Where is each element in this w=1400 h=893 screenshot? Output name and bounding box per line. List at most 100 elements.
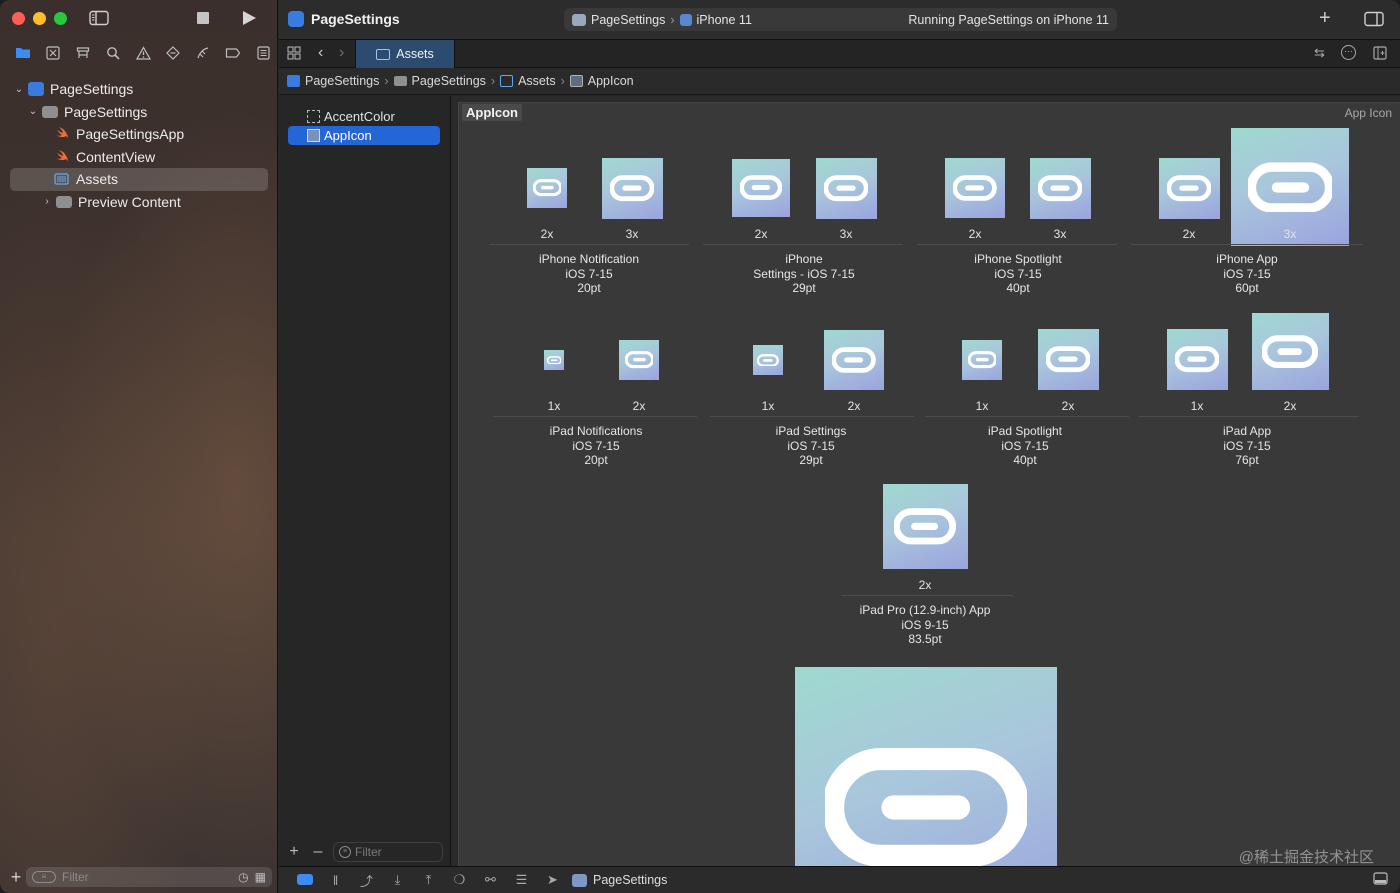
chevron-right-icon[interactable]: › <box>40 196 54 207</box>
source-control-navigator-icon[interactable] <box>38 45 68 63</box>
slot-scale-label: 2x <box>847 399 861 413</box>
app-icon-slot-image[interactable] <box>815 158 877 219</box>
tree-item-label: Assets <box>76 171 119 188</box>
swap-icon[interactable]: ⇆ <box>1314 45 1325 61</box>
minimize-window-button[interactable] <box>33 12 46 25</box>
app-icon-slot-image[interactable] <box>962 340 1002 380</box>
step-out-icon[interactable]: ⤒ <box>413 872 444 888</box>
pause-icon[interactable]: ‖ <box>320 873 351 888</box>
debug-target-label[interactable]: PageSettings <box>593 873 667 887</box>
breakpoint-navigator-icon[interactable] <box>218 47 248 62</box>
link-glyph-icon <box>1167 175 1211 202</box>
app-icon-slot-image[interactable] <box>1251 313 1329 390</box>
inspector-toggle-icon[interactable] <box>1364 11 1384 30</box>
project-title: PageSettings <box>311 11 400 27</box>
app-icon-slot-image[interactable] <box>824 330 884 390</box>
debug-navigator-icon[interactable] <box>188 46 218 63</box>
more-options-icon[interactable]: ⋯ <box>1341 45 1356 60</box>
find-navigator-icon[interactable] <box>98 46 128 63</box>
tree-item-assets[interactable]: Assets <box>10 168 268 191</box>
icon-group-label: iPad Pro (12.9-inch) App iOS 9-15 83.5pt <box>815 603 1035 647</box>
view-hierarchy-icon[interactable]: ❍ <box>444 872 475 888</box>
app-icon-slot-image[interactable] <box>753 345 783 375</box>
app-store-icon-preview[interactable] <box>795 667 1057 866</box>
zoom-window-button[interactable] <box>54 12 67 25</box>
link-glyph-icon <box>610 175 654 202</box>
issue-navigator-icon[interactable] <box>128 45 158 63</box>
asset-item-appicon[interactable]: AppIcon <box>288 126 440 145</box>
remove-asset-button[interactable]: – <box>309 843 327 861</box>
step-over-icon[interactable]: ⤴ <box>351 871 382 890</box>
symbol-navigator-icon[interactable] <box>68 46 98 63</box>
app-icon-slot-image[interactable] <box>882 484 968 569</box>
tab-assets[interactable]: Assets <box>355 40 455 68</box>
breadcrumb-item[interactable]: Assets <box>518 74 556 88</box>
app-icon-slot-image[interactable] <box>1158 158 1220 219</box>
chevron-down-icon[interactable]: ⌄ <box>12 84 26 95</box>
link-glyph-icon <box>624 351 654 369</box>
toggle-debug-area-icon[interactable] <box>289 873 320 888</box>
tree-item-contentview[interactable]: ContentView <box>10 146 268 169</box>
breadcrumb-item[interactable]: PageSettings <box>305 74 379 88</box>
app-icon-slot-image[interactable] <box>1037 329 1099 390</box>
link-glyph-icon <box>1175 346 1219 373</box>
project-navigator-icon[interactable] <box>8 46 38 62</box>
slot-scale-label: 3x <box>1053 227 1067 241</box>
app-icon-slot-image[interactable] <box>945 158 1005 218</box>
slot-scale-label: 2x <box>1061 399 1075 413</box>
run-icon[interactable] <box>239 10 259 26</box>
app-icon-slot-image[interactable] <box>601 158 663 219</box>
asset-item-accentcolor[interactable]: AccentColor <box>288 107 440 126</box>
stop-icon[interactable] <box>193 10 213 26</box>
app-icon-slot-image[interactable] <box>527 168 567 208</box>
step-in-icon[interactable]: ⤓ <box>382 872 413 888</box>
tree-item-group[interactable]: ⌄ PageSettings <box>10 101 268 124</box>
link-glyph-icon <box>757 353 779 367</box>
tree-item-project[interactable]: ⌄ PageSettings <box>10 78 268 101</box>
simulate-location-icon[interactable]: ➤ <box>537 872 568 888</box>
environment-overrides-icon[interactable]: ☰ <box>506 872 537 888</box>
breadcrumb-item[interactable]: PageSettings <box>412 74 486 88</box>
back-icon[interactable]: ‹ <box>318 44 323 62</box>
navigator-filter-field[interactable]: ≡ Filter ◷ ▦ <box>26 867 272 887</box>
show-changed-icon[interactable]: ▦ <box>255 870 266 884</box>
related-items-icon[interactable] <box>287 46 301 63</box>
breadcrumb-item[interactable]: AppIcon <box>588 74 634 88</box>
add-file-button[interactable]: + <box>6 867 26 888</box>
icon-group-label-line: iPhone <box>785 252 823 266</box>
memory-graph-icon[interactable]: ⚯ <box>475 872 506 888</box>
add-asset-button[interactable]: + <box>285 843 303 861</box>
toggle-console-icon[interactable] <box>1373 872 1388 888</box>
watermark: @稀土掘金技术社区 <box>1238 849 1374 866</box>
destination-selector[interactable]: iPhone 11 <box>697 13 752 27</box>
forward-icon[interactable]: › <box>339 44 344 62</box>
chevron-down-icon[interactable]: ⌄ <box>26 106 40 117</box>
sidebar-toggle-icon[interactable] <box>89 10 109 26</box>
icon-group-label-line: iPad Pro (12.9-inch) App <box>859 603 991 617</box>
close-window-button[interactable] <box>12 12 25 25</box>
slot-scale-label: 2x <box>1182 227 1196 241</box>
tab-label: Assets <box>396 47 434 61</box>
app-icon-slot-image[interactable] <box>1029 158 1091 219</box>
icon-group-label-line: 60pt <box>1235 281 1259 295</box>
tree-item-pagesettingsapp[interactable]: PageSettingsApp <box>10 123 268 146</box>
scheme-selector[interactable]: PageSettings <box>591 13 665 27</box>
asset-filter-field[interactable]: ≡ Filter <box>333 842 443 862</box>
asset-catalog-icon <box>500 75 514 87</box>
test-navigator-icon[interactable] <box>158 45 188 63</box>
recent-files-icon[interactable]: ◷ <box>238 870 248 884</box>
app-icon-slot-image[interactable] <box>1166 329 1228 390</box>
app-icon-slot-image[interactable] <box>732 159 790 217</box>
icon-group-label-line: 40pt <box>1006 281 1030 295</box>
link-glyph-icon <box>1046 346 1090 373</box>
app-icon-slot-image[interactable] <box>544 350 564 370</box>
navigator-selector-bar <box>0 40 278 68</box>
app-icon-slot-image[interactable] <box>619 340 659 380</box>
add-library-icon[interactable]: + <box>1319 7 1331 30</box>
asset-catalog-icon <box>54 172 70 186</box>
tree-item-preview-content[interactable]: › Preview Content <box>10 191 268 214</box>
split-editor-icon[interactable] <box>1373 46 1387 63</box>
filter-options-icon[interactable]: ≡ <box>32 871 56 883</box>
icon-group-label: iPad App iOS 7-15 76pt <box>1137 424 1357 468</box>
report-navigator-icon[interactable] <box>248 45 278 63</box>
